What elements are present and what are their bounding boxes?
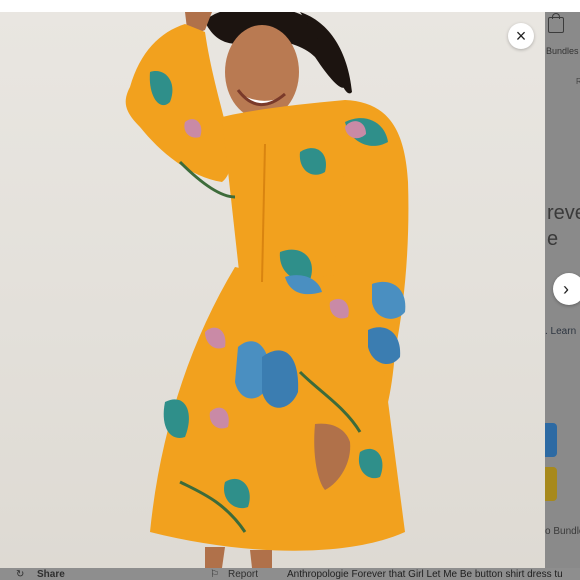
title-fragment-line-1: reve [547,202,580,224]
buy-now-button[interactable] [545,423,557,457]
product-photo [0,12,545,568]
listing-title: Anthropologie Forever that Girl Let Me B… [287,569,563,580]
top-strip [0,0,580,12]
learn-more-link[interactable]: . Learn [545,326,576,337]
add-to-bundle-link[interactable]: o Bundle [545,526,580,537]
share-button[interactable]: Share [37,569,65,580]
make-offer-button[interactable] [545,467,557,501]
close-button[interactable]: × [508,23,534,49]
title-fragment-line-2: e [547,228,559,250]
next-image-button[interactable]: › [553,273,580,305]
bottom-bar: ↻ Share ⚐ Report Anthropologie Forever t… [0,568,580,580]
side-r-label: R [576,77,580,86]
bundles-label[interactable]: Bundles [546,46,579,56]
listing-title-fragment: reve e [547,200,580,252]
report-button[interactable]: Report [228,569,258,580]
bundle-bag-icon[interactable] [548,13,564,33]
close-icon: × [515,26,527,46]
chevron-right-icon: › [563,278,569,299]
model-dress-illustration [125,12,409,568]
flag-icon[interactable]: ⚐ [210,569,219,580]
share-icon[interactable]: ↻ [16,569,24,580]
